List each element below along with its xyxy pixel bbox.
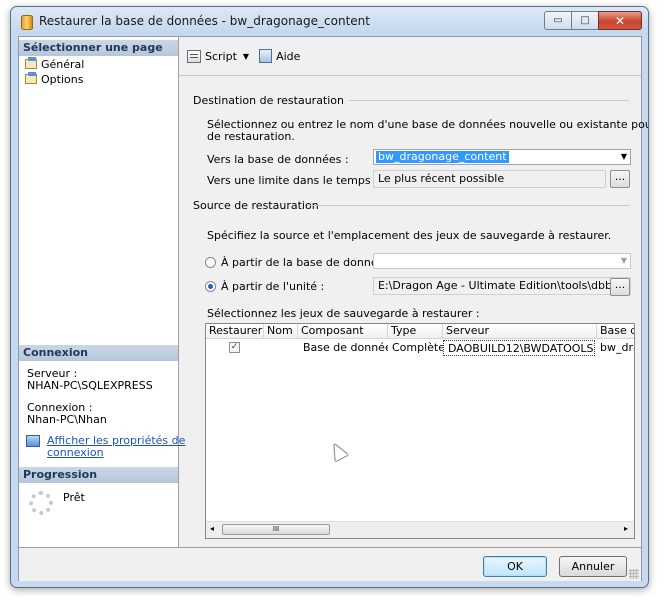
time-limit-field[interactable]: Le plus récent possible — [373, 170, 606, 188]
column-restore[interactable]: Restaurer — [206, 324, 264, 338]
progress-status: Prêt — [63, 491, 85, 504]
device-browse-button[interactable]: ... — [610, 278, 630, 296]
source-description: Spécifiez la source et l'emplacement des… — [207, 229, 612, 242]
page-item-general[interactable]: Général — [25, 57, 84, 71]
title-bar[interactable]: Restaurer la base de données - bw_dragon… — [11, 7, 648, 35]
from-device-label: À partir de l'unité : — [221, 280, 325, 293]
grid-header: Restaurer Nom Composant Type Serveur Bas… — [206, 324, 634, 339]
right-panel: Script ▼ Aide Destination de restauratio… — [179, 37, 648, 547]
cell-server: DAOBUILD12\BWDATOOLSET — [443, 340, 595, 356]
toolbar-divider — [179, 75, 641, 76]
dialog-client: Sélectionner une page Général Options Co… — [18, 36, 648, 581]
connection-value: Nhan-PC\Nhan — [27, 413, 107, 426]
restore-checkbox[interactable]: ✓ — [229, 342, 240, 353]
chevron-down-icon: ▼ — [620, 256, 627, 265]
restore-database-window: Restaurer la base de données - bw_dragon… — [10, 6, 649, 588]
column-database[interactable]: Base d — [597, 324, 634, 338]
left-panel: Sélectionner une page Général Options Co… — [19, 37, 185, 547]
column-type[interactable]: Type — [388, 324, 443, 338]
page-item-options[interactable]: Options — [25, 72, 83, 86]
page-icon — [25, 57, 37, 69]
destination-group-title: Destination de restauration — [193, 94, 345, 107]
source-database-combobox[interactable]: ▼ — [373, 253, 631, 269]
scroll-thumb[interactable]: III — [222, 524, 330, 535]
ok-button[interactable]: OK — [483, 556, 547, 577]
close-button[interactable]: ✕ — [598, 11, 642, 30]
progress-header: Progression — [19, 467, 178, 483]
page-icon — [25, 72, 37, 84]
select-page-header: Sélectionner une page — [19, 40, 178, 56]
window-title: Restaurer la base de données - bw_dragon… — [39, 14, 370, 28]
from-database-label: À partir de la base de données : — [221, 256, 398, 269]
column-server[interactable]: Serveur — [443, 324, 597, 338]
database-label: Vers la base de données : — [207, 153, 349, 166]
maximize-button[interactable]: □ — [571, 11, 599, 30]
database-combobox[interactable]: bw_dragonage_content ▼ — [373, 149, 631, 165]
source-group-line — [307, 205, 629, 206]
page-item-label: Général — [41, 57, 85, 71]
scroll-right-icon[interactable]: ▸ — [624, 524, 628, 533]
help-button[interactable]: Aide — [259, 49, 300, 63]
device-path-field[interactable]: E:\Dragon Age - Ultimate Edition\tools\d… — [373, 277, 631, 295]
script-icon — [187, 49, 201, 63]
script-button[interactable]: Script ▼ — [187, 49, 250, 63]
progress-spinner-icon — [29, 491, 53, 515]
from-database-radio[interactable] — [205, 257, 216, 268]
cancel-button[interactable]: Annuler — [559, 556, 627, 577]
toolbar: Script ▼ Aide — [187, 47, 310, 65]
from-device-radio[interactable] — [205, 281, 216, 292]
destination-group-line — [349, 100, 629, 101]
scroll-left-icon[interactable]: ◂ — [210, 524, 214, 533]
time-limit-browse-button[interactable]: ... — [610, 170, 630, 188]
connection-header: Connexion — [19, 345, 178, 361]
column-component[interactable]: Composant — [298, 324, 388, 338]
script-label: Script — [205, 49, 237, 63]
help-label: Aide — [276, 49, 301, 63]
help-icon — [259, 49, 273, 63]
cell-type: Complète — [392, 341, 443, 354]
database-value: bw_dragonage_content — [376, 150, 509, 163]
source-group-title: Source de restauration — [193, 199, 319, 212]
page-item-label: Options — [41, 72, 84, 86]
backup-sets-grid[interactable]: Restaurer Nom Composant Type Serveur Bas… — [205, 323, 635, 539]
properties-icon — [26, 435, 40, 447]
destination-description-line2: de restauration. — [207, 130, 295, 143]
column-name[interactable]: Nom — [264, 324, 298, 338]
horizontal-scrollbar[interactable]: ◂ III ▸ — [206, 521, 634, 538]
resize-grip-icon[interactable] — [629, 569, 639, 579]
chevron-down-icon: ▼ — [620, 152, 627, 161]
connection-properties-link-line2[interactable]: connexion — [47, 447, 104, 459]
database-icon — [21, 15, 33, 30]
backup-sets-label: Sélectionnez les jeux de sauvegarde à re… — [207, 307, 480, 320]
device-path-value: E:\Dragon Age - Ultimate Edition\tools\d… — [378, 279, 630, 292]
window-controls: ▭ □ ✕ — [544, 11, 642, 30]
cell-component: Base de données — [303, 341, 388, 354]
chevron-down-icon: ▼ — [242, 51, 250, 61]
time-limit-label: Vers une limite dans le temps : — [207, 174, 378, 187]
cell-database: bw_dra — [600, 341, 634, 354]
cell-name — [264, 340, 298, 356]
server-value: NHAN-PC\SQLEXPRESS — [27, 379, 153, 392]
minimize-button[interactable]: ▭ — [544, 11, 572, 30]
dialog-button-bar: OK Annuler — [19, 547, 641, 581]
